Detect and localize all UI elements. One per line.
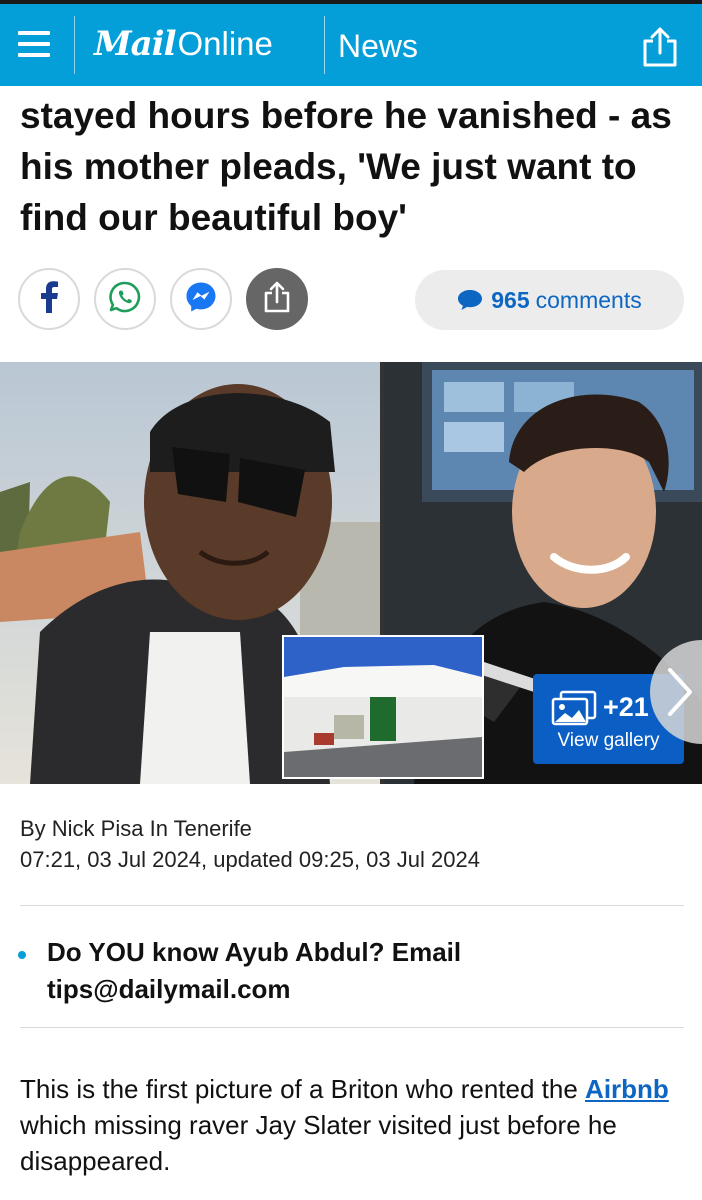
comment-bubble-icon [457,289,483,311]
divider [20,905,684,906]
gallery-count: +21 [603,692,649,722]
body-text-start: This is the first picture of a Briton wh… [20,1074,586,1104]
article-byline: By Nick Pisa In Tenerife 07:21, 03 Jul 2… [20,813,480,875]
airbnb-link[interactable]: Airbnb [585,1074,669,1104]
share-messenger-button[interactable] [170,268,232,330]
gallery-icon [551,690,597,731]
highlight-bullet: Do YOU know Ayub Abdul? Email tips@daily… [47,937,462,1004]
gallery-label: View gallery [557,730,660,751]
author-line: By Nick Pisa In Tenerife [20,816,252,841]
article-body-paragraph: This is the first picture of a Briton wh… [20,1071,690,1179]
share-facebook-button[interactable] [18,268,80,330]
facebook-icon [39,280,59,318]
share-whatsapp-button[interactable] [94,268,156,330]
hamburger-menu-icon[interactable] [18,28,52,62]
timestamp-line: 07:21, 03 Jul 2024, updated 09:25, 03 Ju… [20,847,480,872]
logo-mail-text: Mail [94,24,176,64]
header-divider [324,16,325,74]
messenger-icon [184,280,218,319]
article-headline: stayed hours before he vanished - as his… [20,95,672,238]
whatsapp-icon [108,280,142,319]
share-icon [262,281,292,318]
section-label[interactable]: News [338,28,418,65]
comments-button[interactable]: 965 comments [415,270,684,330]
share-more-button[interactable] [246,268,308,330]
header-divider [74,16,75,74]
body-text-end: which missing raver Jay Slater visited j… [20,1110,617,1176]
article-hero-image[interactable]: +21 View gallery [0,362,702,784]
site-header: MailOnline News [0,4,702,86]
logo-online-text: Online [177,25,273,62]
chevron-right-icon [664,666,694,723]
comments-label: comments [535,286,642,313]
header-share-icon[interactable] [640,26,680,68]
comments-count: 965 [491,286,530,313]
hero-inset-photo [282,635,484,779]
bullet-dot [18,951,26,959]
mailonline-logo[interactable]: MailOnline [94,24,273,64]
divider [20,1027,684,1028]
